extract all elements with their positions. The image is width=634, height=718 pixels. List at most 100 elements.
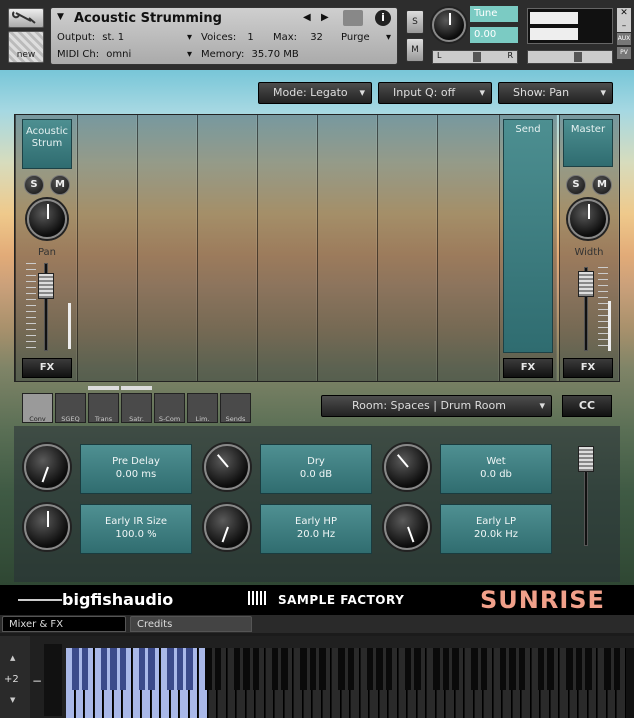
early-lp-knob[interactable] (384, 504, 430, 550)
wet-param[interactable]: Wet 0.0 db (440, 444, 552, 494)
volume-slider[interactable] (527, 50, 613, 64)
black-key[interactable] (138, 648, 146, 690)
width-knob[interactable] (568, 199, 608, 239)
master-channel-name[interactable]: Master (563, 119, 613, 167)
fx-tab-s-com[interactable]: S-Com (154, 393, 185, 423)
channel-solo-button[interactable]: S (24, 175, 44, 195)
channel-mute-button[interactable]: M (50, 175, 70, 195)
black-key[interactable] (176, 648, 184, 690)
wrench-icon[interactable] (8, 8, 44, 28)
tune-knob[interactable] (432, 8, 466, 42)
channel-fx-button[interactable]: FX (22, 358, 72, 378)
black-key[interactable] (575, 648, 583, 690)
black-key[interactable] (604, 648, 611, 690)
info-icon[interactable]: i (375, 10, 391, 26)
black-key[interactable] (252, 648, 260, 690)
black-key[interactable] (480, 648, 488, 690)
show-select[interactable]: Show: Pan (498, 82, 613, 104)
black-key[interactable] (110, 648, 117, 690)
black-key[interactable] (433, 648, 440, 690)
black-key[interactable] (319, 648, 326, 690)
black-key[interactable] (186, 648, 193, 690)
next-instrument-icon[interactable]: ▶ (321, 12, 329, 23)
master-fx-button[interactable]: FX (563, 358, 613, 378)
output-fader[interactable] (578, 446, 594, 472)
black-key[interactable] (81, 648, 89, 690)
early-hp-knob[interactable] (204, 504, 250, 550)
output-row[interactable]: Output: st. 1 ▾ (57, 32, 192, 46)
black-key[interactable] (566, 648, 573, 690)
black-key[interactable] (442, 648, 450, 690)
black-key[interactable] (338, 648, 345, 690)
aux-button[interactable]: AUX (617, 33, 631, 45)
black-key[interactable] (509, 648, 516, 690)
close-icon[interactable]: ✕ (617, 8, 631, 22)
black-key[interactable] (537, 648, 545, 690)
solo-button[interactable]: S (406, 10, 424, 34)
channel-name[interactable]: Acoustic Strum (22, 119, 72, 169)
fx-tab-conv[interactable]: Conv (22, 393, 53, 423)
pre-delay-param[interactable]: Pre Delay 0.00 ms (80, 444, 192, 494)
master-solo-button[interactable]: S (566, 175, 586, 195)
send-channel-name[interactable]: Send (503, 119, 553, 353)
black-key[interactable] (233, 648, 241, 690)
black-key[interactable] (100, 648, 108, 690)
fx-tab-satr[interactable]: Satr. (121, 393, 152, 423)
fx-tab-sgeq[interactable]: SGEQ (55, 393, 86, 423)
room-select[interactable]: Room: Spaces | Drum Room (321, 395, 552, 417)
black-key[interactable] (385, 648, 393, 690)
black-key[interactable] (300, 648, 307, 690)
black-key[interactable] (547, 648, 554, 690)
black-key[interactable] (243, 648, 250, 690)
mode-select[interactable]: Mode: Legato (258, 82, 372, 104)
black-key[interactable] (414, 648, 421, 690)
black-key[interactable] (271, 648, 279, 690)
master-mute-button[interactable]: M (592, 175, 612, 195)
black-key[interactable] (167, 648, 174, 690)
pan-handle[interactable] (473, 52, 481, 62)
instrument-name[interactable]: Acoustic Strumming (74, 11, 222, 26)
early-ir-size-param[interactable]: Early IR Size 100.0 % (80, 504, 192, 554)
master-fader[interactable] (578, 271, 594, 297)
fx-tab-sends[interactable]: Sends (220, 393, 251, 423)
octave-control[interactable]: ▲ +2 ▼ (0, 636, 30, 718)
collapse-arrow-icon[interactable]: ▼ (57, 12, 64, 22)
black-key[interactable] (347, 648, 355, 690)
black-key[interactable] (148, 648, 155, 690)
black-key[interactable] (499, 648, 507, 690)
dry-knob[interactable] (204, 444, 250, 490)
tune-value[interactable]: 0.00 (470, 27, 518, 43)
dry-param[interactable]: Dry 0.0 dB (260, 444, 372, 494)
pan-slider[interactable]: L R (432, 50, 518, 64)
early-ir-size-knob[interactable] (24, 504, 70, 550)
cc-button[interactable]: CC (562, 395, 612, 417)
purge-button[interactable]: Purge ▾ (341, 32, 391, 43)
tab-credits[interactable]: Credits (130, 616, 252, 632)
midi-channel-row[interactable]: MIDI Ch: omni ▾ (57, 49, 192, 60)
black-key[interactable] (613, 648, 621, 690)
black-key[interactable] (376, 648, 383, 690)
volume-handle[interactable] (574, 52, 582, 62)
black-key[interactable] (518, 648, 526, 690)
pan-knob[interactable] (27, 199, 67, 239)
black-key[interactable] (205, 648, 212, 690)
channel-fader[interactable] (38, 273, 54, 299)
piano-keyboard[interactable] (66, 648, 634, 718)
fx-tab-trans[interactable]: Trans (88, 393, 119, 423)
black-key[interactable] (119, 648, 127, 690)
camera-icon[interactable] (343, 10, 363, 26)
prev-instrument-icon[interactable]: ◀ (303, 12, 311, 23)
early-lp-param[interactable]: Early LP 20.0k Hz (440, 504, 552, 554)
early-hp-param[interactable]: Early HP 20.0 Hz (260, 504, 372, 554)
input-q-select[interactable]: Input Q: off (378, 82, 492, 104)
pv-button[interactable]: PV (617, 47, 631, 59)
send-fx-button[interactable]: FX (503, 358, 553, 378)
black-key[interactable] (281, 648, 288, 690)
black-key[interactable] (585, 648, 592, 690)
pre-delay-knob[interactable] (24, 444, 70, 490)
pitch-wheel[interactable] (44, 644, 62, 716)
new-button[interactable]: new (8, 31, 44, 63)
tab-mixer-fx[interactable]: Mixer & FX (2, 616, 126, 632)
mute-button[interactable]: M (406, 38, 424, 62)
keyboard-minus-button[interactable]: − (32, 674, 42, 688)
